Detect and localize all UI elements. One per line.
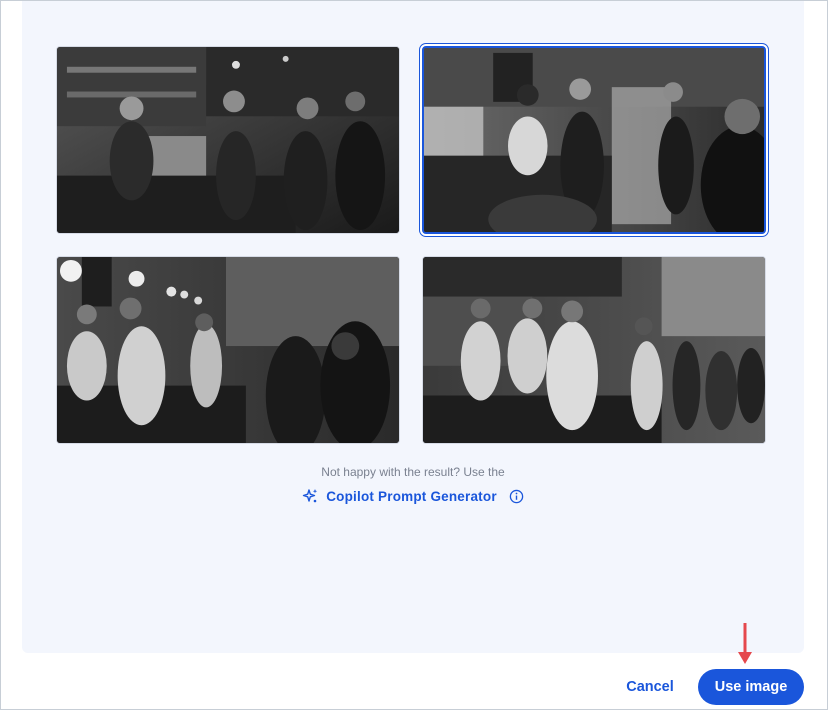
image-option-3[interactable] — [56, 256, 400, 444]
cancel-button[interactable]: Cancel — [611, 671, 689, 703]
cafe-photo — [423, 257, 765, 443]
cafe-photo — [57, 47, 399, 233]
info-icon[interactable] — [509, 489, 524, 504]
image-option-1[interactable] — [56, 46, 400, 234]
dialog-frame: Not happy with the result? Use the Copil… — [0, 0, 828, 710]
image-results-panel: Not happy with the result? Use the Copil… — [22, 1, 804, 653]
image-option-2[interactable] — [422, 46, 766, 234]
use-image-button[interactable]: Use image — [698, 669, 804, 705]
cafe-photo — [424, 48, 764, 232]
retry-hint-text: Not happy with the result? Use the — [321, 465, 505, 479]
copilot-prompt-generator-label[interactable]: Copilot Prompt Generator — [326, 489, 497, 504]
sparkle-icon — [303, 489, 318, 503]
cafe-photo — [57, 257, 399, 443]
image-option-4[interactable] — [422, 256, 766, 444]
copilot-prompt-generator-link[interactable]: Copilot Prompt Generator — [22, 488, 804, 504]
arrow-down-icon — [738, 623, 752, 664]
